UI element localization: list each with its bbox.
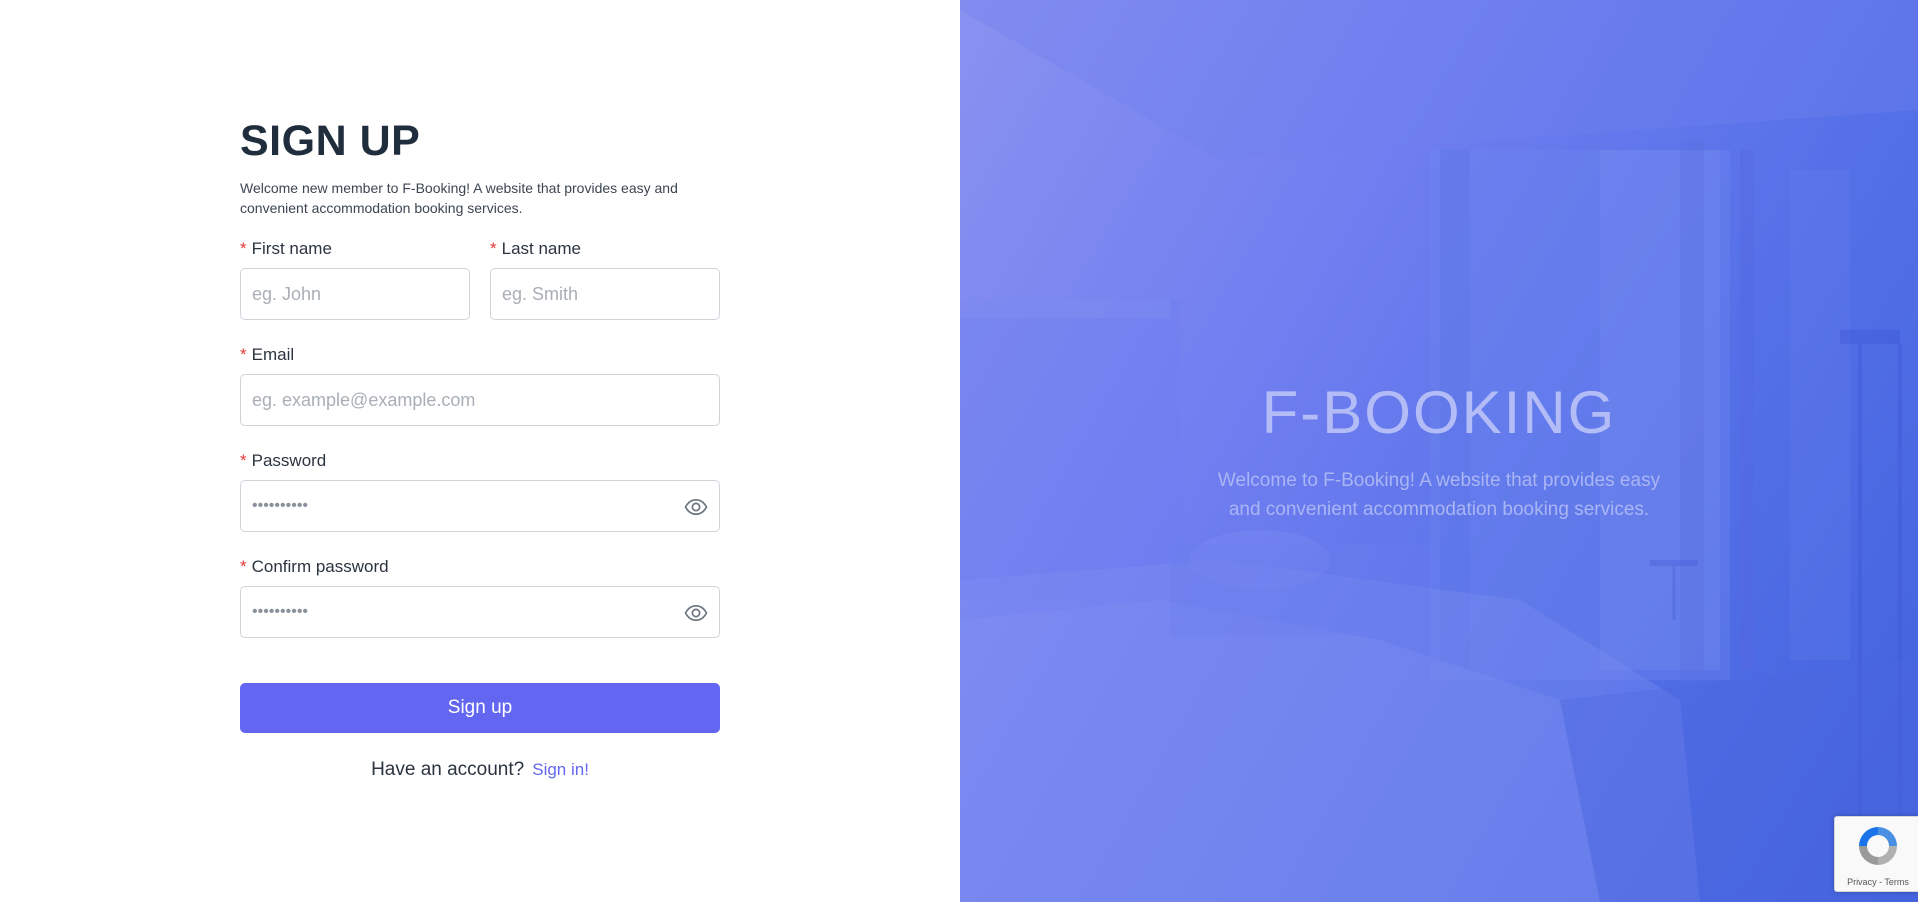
- confirm-password-group: * Confirm password ••••••••••: [240, 556, 720, 638]
- password-input[interactable]: ••••••••••: [240, 480, 720, 532]
- last-name-field-box: [490, 268, 720, 320]
- required-mark: *: [240, 345, 247, 364]
- password-label-text: Password: [251, 451, 327, 470]
- email-label: * Email: [240, 344, 720, 366]
- confirm-password-masked-value: ••••••••••: [252, 603, 309, 620]
- eye-icon[interactable]: [683, 494, 709, 520]
- hero-panel: F-BOOKING Welcome to F-Booking! A websit…: [960, 0, 1918, 902]
- recaptcha-privacy-link[interactable]: Privacy: [1847, 877, 1877, 887]
- first-name-field-box: [240, 268, 470, 320]
- account-prompt: Have an account?: [371, 759, 525, 780]
- recaptcha-badge[interactable]: Privacy - Terms: [1834, 816, 1918, 892]
- required-mark: *: [240, 451, 247, 470]
- required-mark: *: [240, 557, 247, 576]
- recaptcha-terms-link[interactable]: Terms: [1884, 877, 1909, 887]
- account-prompt-row: Have an account? Sign in!: [240, 759, 720, 781]
- password-group: * Password ••••••••••: [240, 450, 720, 532]
- first-name-group: * First name: [240, 238, 470, 320]
- sign-up-button[interactable]: Sign up: [240, 683, 720, 733]
- password-masked-value: ••••••••••: [252, 497, 309, 514]
- brand-tagline: Welcome to F-Booking! A website that pro…: [1217, 470, 1661, 520]
- sign-in-link[interactable]: Sign in!: [532, 760, 589, 779]
- recaptcha-links: Privacy - Terms: [1835, 877, 1918, 887]
- page-subtitle: Welcome new member to F-Booking! A websi…: [240, 180, 678, 216]
- eye-icon[interactable]: [683, 600, 709, 626]
- name-row: *First name *Last name: [240, 238, 720, 320]
- email-field-box: [240, 374, 720, 426]
- signup-form: SIGN UP Welcome new member to F-Booking!…: [240, 114, 720, 781]
- first-name-label: * First name: [240, 238, 470, 260]
- first-name-input[interactable]: [252, 283, 458, 305]
- password-label: * Password: [240, 450, 720, 472]
- last-name-label: * Last name: [490, 238, 720, 260]
- required-mark: *: [240, 239, 247, 258]
- bedroom-background-image: [960, 0, 1918, 902]
- first-name-label-text: First name: [251, 239, 332, 258]
- brand-title: F-BOOKING: [1261, 379, 1617, 446]
- confirm-password-label-text: Confirm password: [251, 557, 389, 576]
- confirm-password-input[interactable]: ••••••••••: [240, 586, 720, 638]
- confirm-password-label: * Confirm password: [240, 556, 720, 578]
- last-name-label-text: Last name: [501, 239, 582, 258]
- last-name-input[interactable]: [502, 283, 708, 305]
- email-input[interactable]: [252, 389, 708, 411]
- signup-panel: SIGN UP Welcome new member to F-Booking!…: [0, 0, 960, 902]
- required-mark: *: [490, 239, 497, 258]
- email-label-text: Email: [251, 345, 295, 364]
- page-title: SIGN UP: [240, 117, 421, 165]
- email-group: * Email: [240, 344, 720, 426]
- recaptcha-logo-icon: [1855, 823, 1901, 874]
- last-name-group: * Last name: [490, 238, 720, 320]
